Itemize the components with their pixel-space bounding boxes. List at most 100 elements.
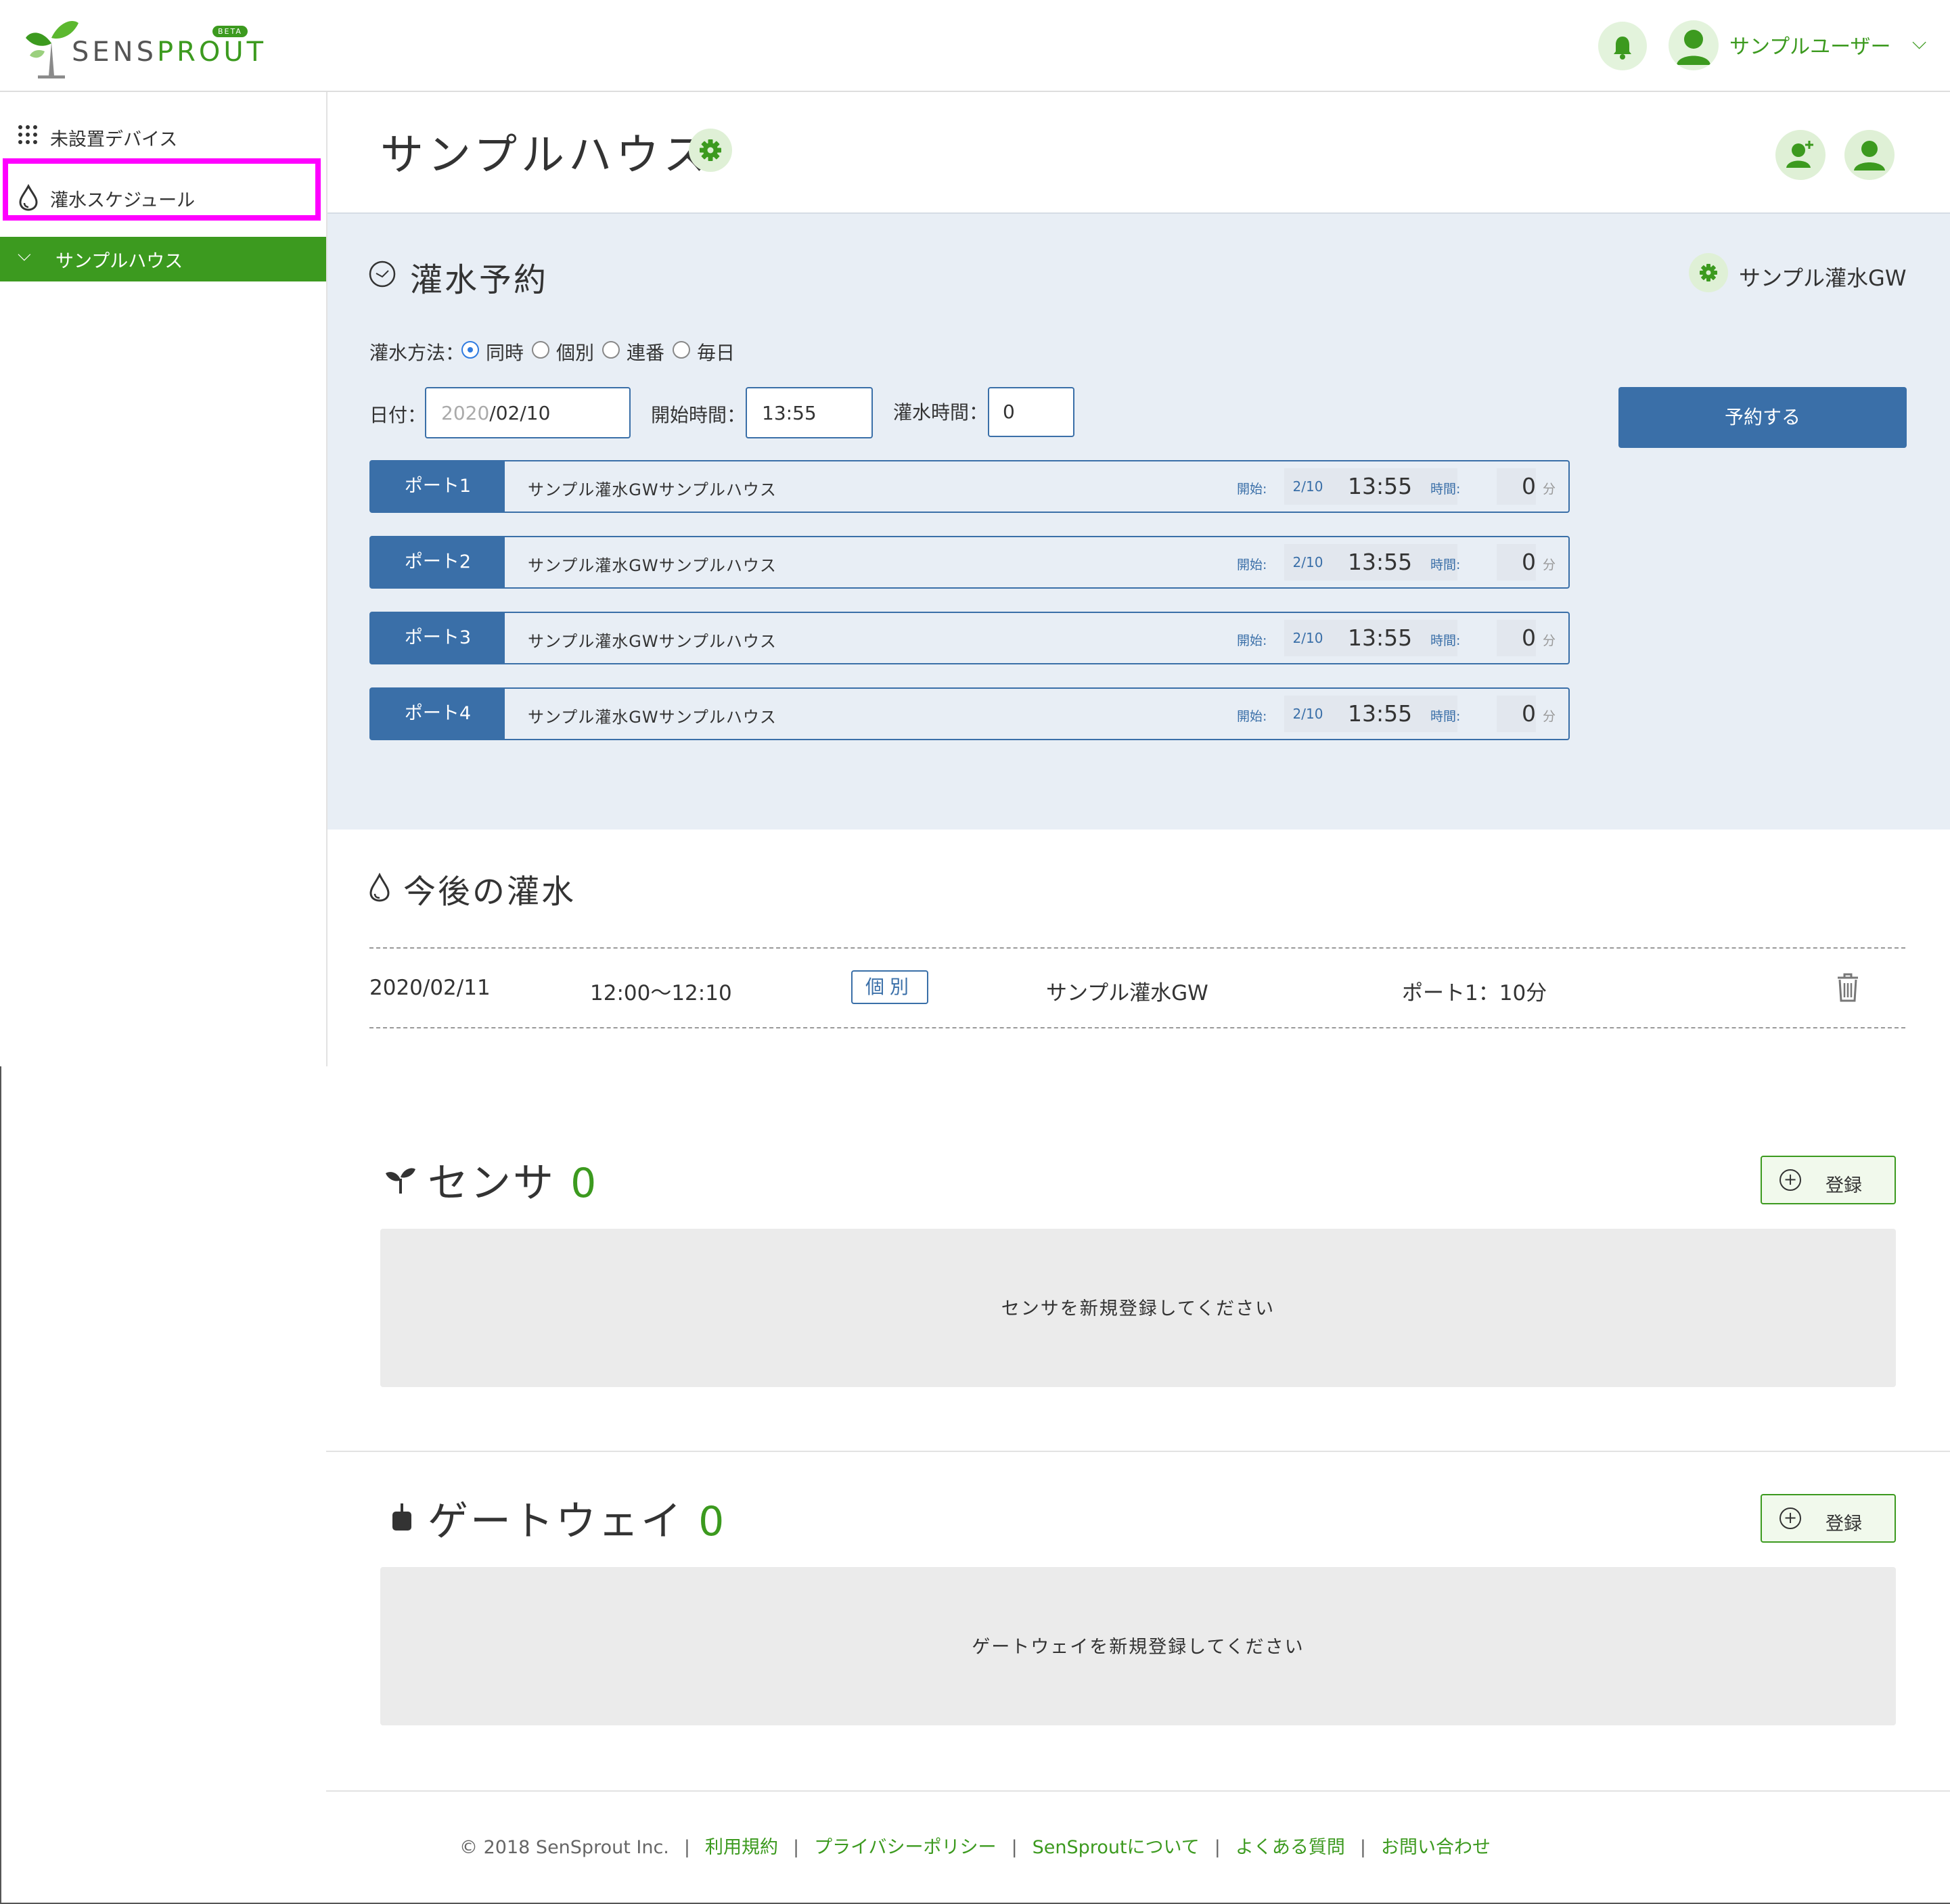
port-start-label: 開始: [1237,709,1267,724]
upcoming-date: 2020/02/11 [369,976,491,1000]
radio-label: 同時 [486,342,524,364]
chevron-down-icon: ⌵ [18,245,31,265]
user-name-menu[interactable]: サンプルユーザー [1729,30,1891,60]
add-member-button[interactable] [1775,130,1826,180]
sensor-title: センサ 0 [428,1160,599,1207]
page-title: サンプルハウス [380,131,711,181]
register-gateway-button[interactable]: + 登録 [1761,1494,1896,1543]
link-terms[interactable]: 利用規約 [705,1837,778,1858]
sidebar-item-unplaced-devices[interactable]: 未設置デバイス [0,104,326,166]
sensprout-logo[interactable]: SENSPROUT BETA [24,11,268,78]
port-duration[interactable]: 0 [1497,620,1536,656]
empty-message: センサを新規登録してください [1001,1298,1275,1319]
water-drop-icon [369,873,390,902]
port-row[interactable]: ポート3 サンプル灌水GWサンプルハウス 開始: 2/10 13:55 時間: … [369,612,1570,664]
duration-input[interactable]: 0 [988,387,1074,437]
top-header: SENSPROUT BETA サンプルユーザー ⌵ [0,0,1950,92]
logo-wordmark: SENSPROUT [72,37,267,68]
link-about[interactable]: SenSproutについて [1033,1837,1200,1858]
radio-individual[interactable] [532,341,549,359]
port-duration[interactable]: 0 [1497,544,1536,581]
upcoming-detail: ポート1：10分 [1402,981,1547,1005]
port-start-label: 開始: [1237,633,1267,648]
port-tag: ポート4 [371,689,505,739]
port-description: サンプル灌水GWサンプルハウス [528,632,777,651]
upcoming-gateway: サンプル灌水GW [1046,981,1208,1005]
port-date[interactable]: 2/10 [1284,468,1332,505]
member-button[interactable] [1844,130,1895,180]
radio-simultaneous[interactable] [461,341,479,359]
port-row[interactable]: ポート4 サンプル灌水GWサンプルハウス 開始: 2/10 13:55 時間: … [369,687,1570,740]
footer: © 2018 SenSprout Inc. | 利用規約 | プライバシーポリシー | Se… [459,1837,1491,1858]
port-unit: 分 [1543,633,1556,648]
port-start-label: 開始: [1237,482,1267,497]
sidebar-item-label: 未設置デバイス [50,129,178,150]
sprout-logo-icon [26,20,78,78]
sensor-count: 0 [570,1160,599,1207]
gateway-icon [392,1503,411,1531]
port-unit: 分 [1543,558,1556,572]
copyright: © 2018 SenSprout Inc. [459,1837,669,1858]
port-date[interactable]: 2/10 [1284,544,1332,581]
gateway-empty-state: ゲートウェイを新規登録してください [380,1567,1896,1725]
empty-message: ゲートウェイを新規登録してください [972,1637,1305,1658]
port-description: サンプル灌水GWサンプルハウス [528,556,777,575]
notification-button[interactable] [1598,22,1647,70]
register-label: 登録 [1826,1175,1862,1196]
house-settings-button[interactable] [689,129,732,172]
link-privacy[interactable]: プライバシーポリシー [814,1837,996,1858]
port-date[interactable]: 2/10 [1284,620,1332,656]
gateway-settings-button[interactable] [1689,253,1728,292]
register-sensor-button[interactable]: + 登録 [1761,1156,1896,1204]
link-contact[interactable]: お問い合わせ [1381,1837,1491,1858]
port-duration-label: 時間: [1430,558,1461,572]
sensor-empty-state: センサを新規登録してください [380,1229,1896,1387]
port-duration-label: 時間: [1430,633,1461,648]
chevron-down-icon[interactable]: ⌵ [1912,31,1926,54]
port-row[interactable]: ポート1 サンプル灌水GWサンプルハウス 開始: 2/10 13:55 時間: … [369,460,1570,513]
port-start-label: 開始: [1237,558,1267,572]
port-unit: 分 [1543,709,1556,724]
port-tag: ポート3 [371,613,505,663]
gateway-count: 0 [698,1498,727,1545]
start-time-label: 開始時間： [651,404,746,426]
date-input[interactable]: 2020/02/10 [425,387,631,438]
port-row[interactable]: ポート2 サンプル灌水GWサンプルハウス 開始: 2/10 13:55 時間: … [369,536,1570,589]
method-label: 灌水方法： [369,342,465,364]
start-time-input[interactable]: 13:55 [746,387,873,438]
port-date[interactable]: 2/10 [1284,696,1332,732]
register-label: 登録 [1826,1514,1862,1535]
divider [326,1451,1950,1452]
duration-label: 灌水時間： [893,401,989,424]
port-unit: 分 [1543,482,1556,497]
gateway-name: サンプル灌水GW [1739,265,1907,291]
port-tag: ポート2 [371,537,505,587]
trash-icon[interactable] [1835,972,1861,1003]
gear-icon [1700,264,1717,281]
link-faq[interactable]: よくある質問 [1235,1837,1345,1858]
port-duration[interactable]: 0 [1497,468,1536,505]
port-description: サンプル灌水GWサンプルハウス [528,708,777,727]
port-duration[interactable]: 0 [1497,696,1536,732]
reserve-button[interactable]: 予約する [1618,387,1907,448]
divider [326,1790,1950,1792]
sidebar-item-house[interactable]: ⌵ サンプルハウス [0,237,326,281]
user-icon [1854,141,1885,171]
reservation-title: 灌水予約 [410,261,549,299]
upcoming-title: 今後の灌水 [403,873,576,911]
port-description: サンプル灌水GWサンプルハウス [528,480,777,499]
add-circle-icon: + [1779,1508,1801,1529]
grid-icon [18,125,37,144]
radio-sequential[interactable] [602,341,620,359]
radio-daily[interactable] [673,341,690,359]
beta-badge: BETA [212,26,248,37]
bell-icon [1614,37,1631,60]
add-circle-icon: + [1779,1169,1801,1191]
upcoming-time: 12:00〜12:10 [590,981,732,1005]
sidebar: 未設置デバイス 灌水スケジュール ⌵ サンプルハウス [0,92,327,1066]
user-avatar[interactable] [1669,20,1719,70]
port-tag: ポート1 [371,461,505,512]
port-duration-label: 時間: [1430,709,1461,724]
highlight-box [3,158,321,221]
radio-label: 個別 [556,342,595,364]
